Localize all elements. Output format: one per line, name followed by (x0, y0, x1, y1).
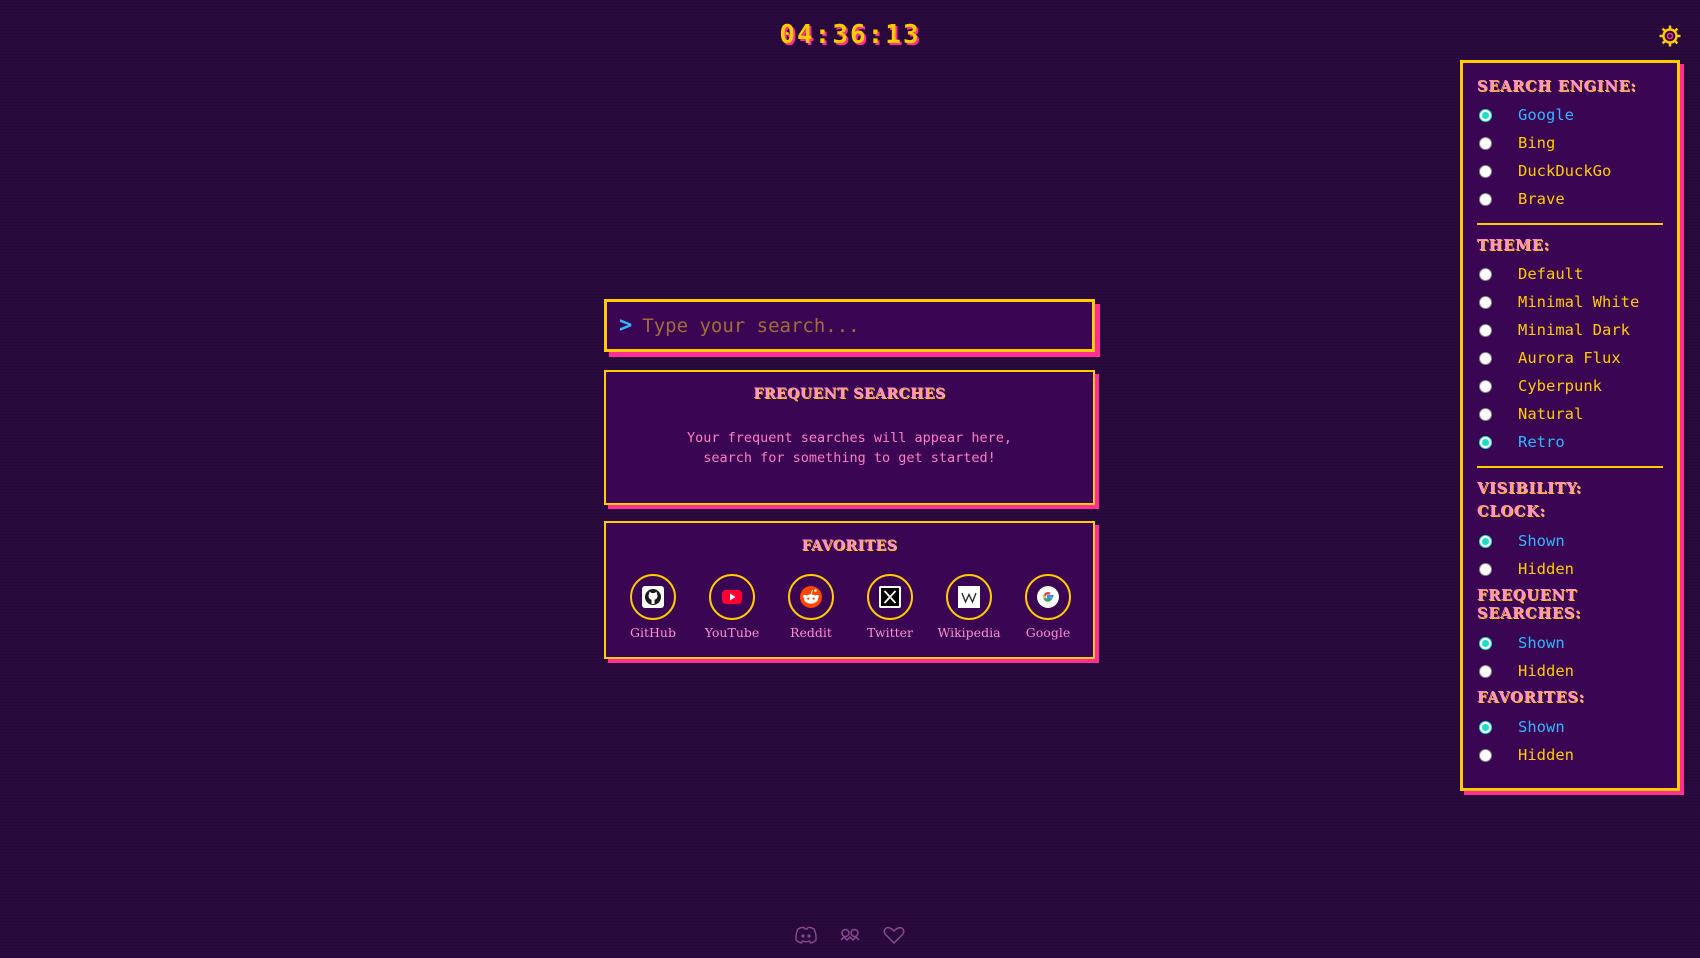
frequent-option-shown[interactable]: Shown (1477, 629, 1663, 657)
clock: 04:36:13 (779, 20, 921, 50)
search-engine-title: SEARCH ENGINE: (1477, 78, 1637, 95)
prompt-chevron-icon: > (619, 313, 633, 338)
radio-button[interactable] (1479, 108, 1492, 122)
twitter-x-icon (867, 574, 913, 620)
favorites-panel: FAVORITES GitHub YouTube Reddit Twitter (604, 521, 1095, 659)
frequent-searches-panel: FREQUENT SEARCHES Your frequent searches… (604, 370, 1095, 505)
radio-button[interactable] (1479, 192, 1492, 206)
frequent-searches-title: FREQUENT SEARCHES (753, 386, 946, 402)
favorite-label: YouTube (704, 625, 760, 640)
favorites-title: FAVORITES (801, 538, 898, 554)
radio-button[interactable] (1479, 295, 1492, 309)
radio-button[interactable] (1479, 164, 1492, 178)
option-label: Brave (1518, 190, 1565, 208)
option-label: Retro (1518, 433, 1565, 451)
theme-option-retro[interactable]: Retro (1477, 428, 1663, 456)
option-label: Hidden (1518, 662, 1574, 680)
option-label: Cyberpunk (1518, 377, 1602, 395)
google-icon (1025, 574, 1071, 620)
radio-button[interactable] (1479, 323, 1492, 337)
favorite-label: Twitter (866, 625, 913, 640)
favorite-label: Google (1025, 625, 1071, 640)
radio-button[interactable] (1479, 435, 1492, 449)
search-box[interactable]: > (604, 299, 1095, 352)
favorite-github[interactable]: GitHub (608, 574, 698, 640)
favorite-google[interactable]: Google (1003, 574, 1093, 640)
engine-option-bing[interactable]: Bing (1477, 129, 1663, 157)
favorites-row: GitHub YouTube Reddit Twitter Wikipedia (606, 554, 1093, 644)
github-icon (630, 574, 676, 620)
theme-option-natural[interactable]: Natural (1477, 400, 1663, 428)
option-label: Minimal Dark (1518, 321, 1630, 339)
option-label: DuckDuckGo (1518, 162, 1612, 180)
radio-button[interactable] (1479, 720, 1492, 734)
option-label: Bing (1518, 134, 1556, 152)
divider (1477, 466, 1663, 468)
clock-option-shown[interactable]: Shown (1477, 527, 1663, 555)
radio-button[interactable] (1479, 351, 1492, 365)
favorite-label: Reddit (790, 625, 832, 640)
option-label: Hidden (1518, 560, 1574, 578)
frequent-searches-empty-message: Your frequent searches will appear here,… (606, 428, 1093, 468)
option-label: Google (1518, 106, 1574, 124)
theme-option-minimal-white[interactable]: Minimal White (1477, 288, 1663, 316)
frequent-option-hidden[interactable]: Hidden (1477, 657, 1663, 685)
radio-button[interactable] (1479, 636, 1492, 650)
theme-title: THEME: (1477, 237, 1550, 254)
theme-option-aurora-flux[interactable]: Aurora Flux (1477, 344, 1663, 372)
visibility-title: VISIBILITY: (1477, 480, 1582, 497)
settings-panel: SEARCH ENGINE: Google Bing DuckDuckGo Br… (1460, 60, 1680, 791)
option-label: Default (1518, 265, 1584, 283)
radio-button[interactable] (1479, 534, 1492, 548)
owl-icon[interactable] (837, 924, 863, 946)
favorite-wikipedia[interactable]: Wikipedia (924, 574, 1014, 640)
option-label: Aurora Flux (1518, 349, 1621, 367)
option-label: Hidden (1518, 746, 1574, 764)
reddit-icon (788, 574, 834, 620)
heart-icon[interactable] (881, 924, 907, 946)
frequent-message-line1: Your frequent searches will appear here, (686, 430, 1013, 446)
radio-button[interactable] (1479, 267, 1492, 281)
option-label: Natural (1518, 405, 1584, 423)
youtube-icon (709, 574, 755, 620)
clock-option-hidden[interactable]: Hidden (1477, 555, 1663, 583)
radio-button[interactable] (1479, 136, 1492, 150)
radio-button[interactable] (1479, 664, 1492, 678)
theme-option-minimal-dark[interactable]: Minimal Dark (1477, 316, 1663, 344)
footer-links (0, 924, 1700, 946)
gear-icon[interactable] (1658, 24, 1682, 48)
favorites-option-hidden[interactable]: Hidden (1477, 741, 1663, 769)
radio-button[interactable] (1479, 379, 1492, 393)
favorite-label: GitHub (630, 625, 676, 640)
engine-option-google[interactable]: Google (1477, 101, 1663, 129)
frequent-title-line1: FREQUENT (1477, 587, 1578, 604)
favorite-label: Wikipedia (937, 625, 1001, 640)
option-label: Minimal White (1518, 293, 1640, 311)
favorite-youtube[interactable]: YouTube (687, 574, 777, 640)
divider (1477, 223, 1663, 225)
discord-icon[interactable] (793, 924, 819, 946)
frequent-message-line2: search for something to get started! (703, 450, 996, 466)
favorites-option-shown[interactable]: Shown (1477, 713, 1663, 741)
clock-visibility-title: CLOCK: (1477, 503, 1546, 520)
frequent-title-line2: SEARCHES: (1477, 605, 1582, 622)
engine-option-brave[interactable]: Brave (1477, 185, 1663, 213)
theme-option-cyberpunk[interactable]: Cyberpunk (1477, 372, 1663, 400)
engine-option-duckduckgo[interactable]: DuckDuckGo (1477, 157, 1663, 185)
search-input[interactable] (642, 314, 1092, 337)
wikipedia-icon (946, 574, 992, 620)
favorite-twitter[interactable]: Twitter (845, 574, 935, 640)
radio-button[interactable] (1479, 748, 1492, 762)
option-label: Shown (1518, 718, 1565, 736)
radio-button[interactable] (1479, 562, 1492, 576)
option-label: Shown (1518, 532, 1565, 550)
favorite-reddit[interactable]: Reddit (766, 574, 856, 640)
frequent-searches-visibility-title: FREQUENT SEARCHES: (1477, 587, 1663, 623)
theme-option-default[interactable]: Default (1477, 260, 1663, 288)
favorites-visibility-title: FAVORITES: (1477, 689, 1585, 706)
radio-button[interactable] (1479, 407, 1492, 421)
option-label: Shown (1518, 634, 1565, 652)
